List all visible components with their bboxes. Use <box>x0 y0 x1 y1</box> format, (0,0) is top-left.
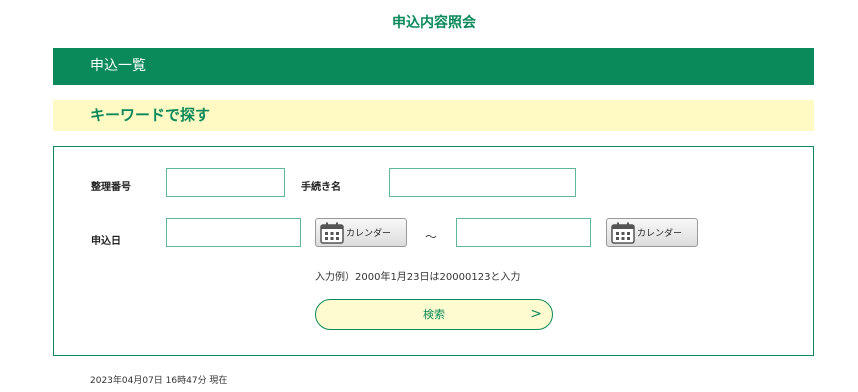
calendar-button-label: カレンダー <box>637 229 683 239</box>
procedure-name-label: 手続き名 <box>301 182 341 193</box>
chevron-right-icon: > <box>530 306 542 322</box>
search-button[interactable]: 検索 > <box>315 299 553 330</box>
calendar-icon <box>320 222 344 244</box>
current-timestamp: 2023年04月07日 16時47分 現在 <box>90 376 228 386</box>
calendar-button-from[interactable]: カレンダー <box>315 218 407 247</box>
application-date-label: 申込日 <box>91 236 121 247</box>
date-to-input[interactable] <box>456 218 591 247</box>
page-title: 申込内容照会 <box>392 15 476 31</box>
date-from-input[interactable] <box>166 218 301 247</box>
reference-number-input[interactable] <box>166 168 285 197</box>
search-button-label: 検索 <box>423 308 445 321</box>
procedure-name-input[interactable] <box>389 168 576 197</box>
section-header-application-list: 申込一覧 <box>53 48 814 85</box>
section-title: 申込一覧 <box>90 58 146 74</box>
input-example-text: 入力例）2000年1月23日は20000123と入力 <box>315 272 521 283</box>
calendar-button-to[interactable]: カレンダー <box>606 218 698 247</box>
keyword-search-header: キーワードで探す <box>53 100 814 131</box>
calendar-button-label: カレンダー <box>346 229 392 239</box>
range-separator: ～ <box>425 230 438 244</box>
search-panel: 整理番号 手続き名 申込日 カレンダー ～ カレンダー 入力例）2000年1月2… <box>53 146 814 356</box>
keyword-search-title: キーワードで探す <box>90 106 211 124</box>
reference-number-label: 整理番号 <box>91 182 131 193</box>
calendar-icon <box>611 222 635 244</box>
